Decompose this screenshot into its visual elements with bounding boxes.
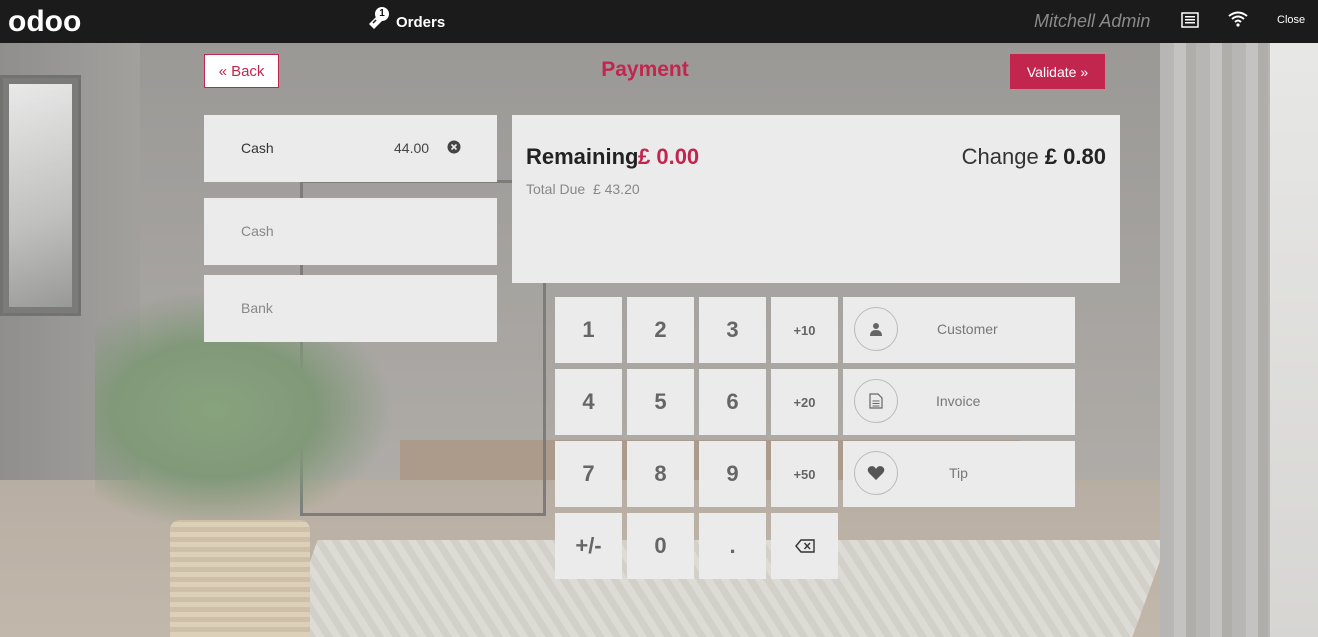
remaining-value: £ 0.00 (638, 144, 700, 169)
back-button[interactable]: « Back (204, 54, 279, 88)
validate-button[interactable]: Validate » (1010, 54, 1105, 89)
total-due: Total Due £ 43.20 (526, 181, 640, 197)
payment-summary: Remaining £ 0.00 Change £ 0.80 Total Due… (512, 115, 1120, 283)
numpad-key-1[interactable]: 1 (555, 297, 622, 363)
numpad-key-plus-50[interactable]: +50 (771, 441, 838, 507)
user-icon (854, 307, 898, 351)
cashier-name[interactable]: Mitchell Admin (1034, 11, 1150, 32)
payment-method-label: Bank (241, 300, 273, 316)
odoo-logo: odoo (8, 5, 82, 38)
payment-method-bank[interactable]: Bank (204, 275, 497, 342)
tip-button[interactable]: Tip (843, 441, 1075, 507)
orders-button[interactable]: 1 Orders (367, 7, 446, 36)
payment-line[interactable]: Cash 44.00 (204, 115, 497, 182)
delete-payment-icon[interactable] (447, 140, 461, 154)
top-bar: odoo 1 Orders Mitchell Admin Close (0, 0, 1318, 43)
payment-method-cash[interactable]: Cash (204, 198, 497, 265)
numpad-key-0[interactable]: 0 (627, 513, 694, 579)
numpad-key-plus-20[interactable]: +20 (771, 369, 838, 435)
numpad-key-decimal[interactable]: . (699, 513, 766, 579)
numpad-key-2[interactable]: 2 (627, 297, 694, 363)
payment-method-label: Cash (241, 223, 274, 239)
invoice-label: Invoice (936, 393, 981, 409)
orders-count-badge: 1 (375, 7, 389, 21)
customer-label: Customer (937, 321, 998, 337)
payment-line-method: Cash (241, 140, 274, 156)
total-due-value: £ 43.20 (592, 181, 640, 197)
document-icon (854, 379, 898, 423)
numpad-key-plus-minus[interactable]: +/- (555, 513, 622, 579)
numpad-key-plus-10[interactable]: +10 (771, 297, 838, 363)
remaining-label: Remaining (526, 144, 639, 169)
change-label: Change (961, 144, 1039, 169)
backspace-icon (794, 533, 815, 559)
total-due-label: Total Due (526, 181, 586, 197)
change-value: £ 0.80 (1044, 144, 1106, 169)
tip-label: Tip (949, 465, 968, 481)
payment-line-amount[interactable]: 44.00 (394, 140, 429, 156)
change-display: Change £ 0.80 (962, 144, 1106, 170)
numpad-key-8[interactable]: 8 (627, 441, 694, 507)
orders-label: Orders (396, 13, 446, 31)
receipt-list-icon[interactable] (1181, 12, 1199, 33)
invoice-button[interactable]: Invoice (843, 369, 1075, 435)
close-button[interactable]: Close (1277, 14, 1305, 26)
customer-button[interactable]: Customer (843, 297, 1075, 363)
heart-icon (854, 451, 898, 495)
numpad-key-4[interactable]: 4 (555, 369, 622, 435)
numpad-key-3[interactable]: 3 (699, 297, 766, 363)
page-title: Payment (601, 58, 689, 81)
numpad-key-7[interactable]: 7 (555, 441, 622, 507)
numpad-backspace-button[interactable] (771, 513, 838, 579)
wifi-icon (1228, 11, 1248, 32)
ticket-icon: 1 (367, 7, 389, 31)
numpad-key-5[interactable]: 5 (627, 369, 694, 435)
numpad-key-9[interactable]: 9 (699, 441, 766, 507)
numpad-key-6[interactable]: 6 (699, 369, 766, 435)
